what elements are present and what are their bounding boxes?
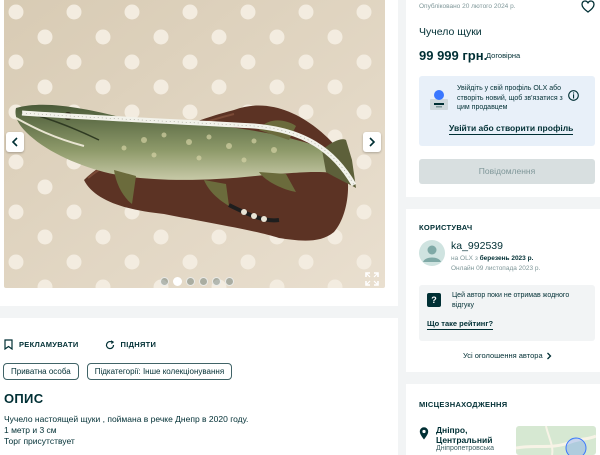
raise-label: ПІДНЯТИ [120, 340, 157, 349]
location-district: Центральний [436, 435, 493, 445]
previous-photo-button[interactable] [6, 132, 24, 152]
heart-icon[interactable] [581, 0, 595, 13]
login-or-register-link[interactable]: Увійти або створити профіль [449, 123, 574, 135]
listing-photo[interactable] [4, 0, 385, 288]
user-name[interactable]: ka_992539 [451, 240, 503, 252]
rating-box: ? Цей автор поки не отримав жодного відг… [419, 285, 595, 341]
gallery-card [0, 0, 398, 306]
description-line: 1 метр и 3 см [4, 425, 57, 435]
user-since-date: березень 2023 р. [479, 255, 534, 262]
price-card: Опубліковано 20 лютого 2024 р. Чучело щу… [406, 0, 600, 197]
listing-actions: РЕКЛАМУВАТИ ПІДНЯТИ [4, 339, 156, 350]
location-city-name: Дніпро, [436, 425, 468, 435]
user-section-label: КОРИСТУВАЧ [419, 223, 473, 232]
user-since: на OLX з березень 2023 р. [451, 255, 533, 262]
gallery-dot[interactable] [199, 277, 208, 286]
location-section-label: МІСЦЕЗНАХОДЖЕННЯ [419, 400, 508, 409]
info-icon[interactable] [568, 90, 579, 101]
user-since-prefix: на OLX з [451, 255, 478, 262]
pike-taxidermy-image [4, 0, 385, 288]
published-date: Опубліковано 20 лютого 2024 р. [419, 3, 516, 10]
login-prompt-text: Увійдіть у свій профіль OLX або створіть… [457, 85, 563, 111]
gallery-dot[interactable] [225, 277, 234, 286]
location-card: МІСЦЕЗНАХОДЖЕННЯ Дніпро, Центральний Дні… [406, 384, 600, 455]
expand-icon [365, 272, 379, 286]
tag-private-person[interactable]: Приватна особа [3, 363, 79, 380]
bookmark-icon [4, 339, 13, 350]
fullscreen-button[interactable] [364, 271, 380, 287]
promote-label: РЕКЛАМУВАТИ [19, 340, 79, 349]
listing-tags: Приватна особа Підкатегорії: Інше колекц… [3, 363, 233, 380]
listing-price: 99 999 грн. [419, 48, 488, 63]
listing-title: Чучело щуки [419, 26, 482, 38]
what-is-rating-link[interactable]: Що таке рейтинг? [427, 319, 494, 330]
chevron-right-icon [369, 137, 376, 147]
user-last-online: Онлайн 09 листопада 2023 р. [451, 265, 541, 272]
user-profile-illustration-icon [430, 90, 448, 110]
user-card: КОРИСТУВАЧ ka_992539 на OLX з березень 2… [406, 209, 600, 372]
gallery-dot[interactable] [186, 277, 195, 286]
question-icon: ? [427, 293, 441, 307]
description-heading: ОПИС [4, 391, 44, 406]
description-text: Чучело настоящей щуки , поймана в речке … [4, 414, 248, 447]
promote-button[interactable]: РЕКЛАМУВАТИ [4, 339, 79, 350]
gallery-dot[interactable] [212, 277, 221, 286]
description-line: Чучело настоящей щуки , поймана в речке … [4, 414, 249, 424]
location-region: Дніпропетровська [436, 445, 495, 452]
avatar[interactable] [419, 240, 445, 266]
raise-button[interactable]: ПІДНЯТИ [105, 339, 157, 350]
message-button[interactable]: Повідомлення [419, 159, 595, 184]
location-city: Дніпро, Центральний [436, 425, 492, 445]
rating-text: Цей автор поки не отримав жодного відгук… [452, 292, 570, 309]
all-author-ads-link[interactable]: Усі оголошення автора [463, 351, 552, 360]
gallery-dot-active[interactable] [173, 277, 182, 286]
tag-subcategory[interactable]: Підкатегорії: Інше колекціонування [86, 363, 233, 380]
all-author-ads-label: Усі оголошення автора [463, 351, 543, 360]
location-map[interactable] [516, 426, 596, 455]
gallery-dot[interactable] [160, 277, 169, 286]
refresh-icon [105, 339, 114, 349]
negotiable-label: Договірна [486, 51, 521, 60]
location-pin-icon [419, 427, 429, 440]
description-line: Торг присутствует [4, 436, 75, 446]
chevron-left-icon [11, 137, 18, 147]
gallery-pagination [160, 277, 234, 286]
chevron-right-icon [546, 352, 552, 359]
next-photo-button[interactable] [363, 132, 381, 152]
login-prompt: Увійдіть у свій профіль OLX або створіть… [419, 76, 595, 146]
